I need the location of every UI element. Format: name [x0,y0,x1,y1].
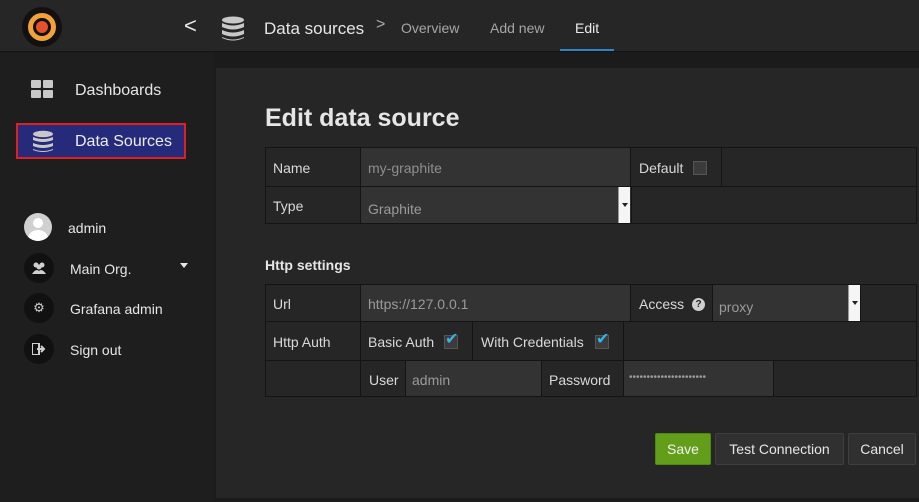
basic-auth-cell: Basic Auth ✔ [360,321,473,361]
with-credentials-cell: With Credentials ✔ [472,321,624,361]
access-value: proxy [719,299,754,315]
gear-icon: ⚙ [24,293,54,323]
access-label-cell: Access ? [630,284,713,322]
breadcrumb-title[interactable]: Data sources [264,19,364,39]
empty-cell [623,321,917,361]
sign-out-label: Sign out [70,342,122,358]
user-label-cell: User [360,360,406,397]
user-input[interactable]: admin [405,360,542,397]
name-input[interactable]: my-graphite [360,147,631,187]
breadcrumb-chevron-icon: > [376,16,386,33]
tab-overview[interactable]: Overview [401,20,459,36]
grafana-logo-icon[interactable] [22,7,62,47]
http-auth-label: Http Auth [273,334,331,350]
sign-out-icon [24,334,54,364]
user-value: admin [412,372,451,388]
with-credentials-label: With Credentials [481,334,584,350]
user-label: User [369,372,399,388]
save-button[interactable]: Save [655,433,711,465]
users-icon [24,253,54,283]
sidebar-item-dashboards[interactable]: Dashboards [75,82,161,100]
type-label: Type [273,198,304,214]
test-connection-button[interactable]: Test Connection [715,433,844,465]
empty-cell [860,284,917,322]
empty-cell [631,186,917,224]
tab-add-new[interactable]: Add new [490,20,544,36]
user-name: admin [68,220,107,236]
top-navbar: < Data sources > Overview Add new Edit [0,0,919,52]
default-cell: Default [630,147,722,187]
check-icon: ✔ [596,331,610,348]
database-icon [33,130,53,152]
name-label-cell: Name [265,147,361,187]
http-auth-label-cell: Http Auth [265,321,361,361]
type-label-cell: Type [265,186,361,224]
select-arrow-icon [618,187,630,223]
access-select[interactable]: proxy [712,284,861,322]
question-circle-icon[interactable]: ? [692,298,705,311]
default-label: Default [639,160,684,176]
dashboards-grid-icon [31,80,53,98]
cancel-button[interactable]: Cancel [848,433,916,465]
chevron-down-icon [180,263,188,268]
active-tab-indicator [560,49,614,51]
url-value: https://127.0.0.1 [368,296,469,312]
type-value: Graphite [368,201,422,217]
sidebar-item-label: Data Sources [75,133,172,150]
page-title: Edit data source [265,104,460,132]
url-input[interactable]: https://127.0.0.1 [360,284,631,322]
basic-auth-label: Basic Auth [368,334,435,350]
avatar [24,213,52,241]
url-label-cell: Url [265,284,361,322]
grafana-admin-label: Grafana admin [70,301,163,317]
empty-cell [773,360,917,397]
sign-out-link[interactable]: Sign out [24,334,204,364]
grafana-admin-link[interactable]: ⚙ Grafana admin [24,293,204,323]
org-name: Main Org. [70,261,132,277]
access-label: Access [639,296,685,312]
name-label: Name [273,160,311,176]
password-input[interactable]: •••••••••••••••••••••• [623,360,774,397]
empty-cell [265,360,361,397]
type-select[interactable]: Graphite [360,186,632,224]
password-label: Password [549,372,611,388]
empty-cell [721,147,917,187]
password-label-cell: Password [541,360,624,397]
password-value: •••••••••••••••••••••• [629,372,707,383]
user-profile[interactable]: admin [24,213,204,243]
back-chevron-icon[interactable]: < [184,14,197,38]
http-settings-heading: Http settings [265,257,351,273]
select-arrow-icon [848,285,860,321]
url-label: Url [273,296,291,312]
database-icon [222,16,244,41]
check-icon: ✔ [445,331,459,348]
org-switcher[interactable]: Main Org. [24,253,204,283]
sidebar-item-data-sources[interactable]: Data Sources [16,123,186,159]
default-checkbox[interactable] [693,161,707,175]
tab-edit[interactable]: Edit [575,20,599,36]
name-value: my-graphite [368,160,442,176]
